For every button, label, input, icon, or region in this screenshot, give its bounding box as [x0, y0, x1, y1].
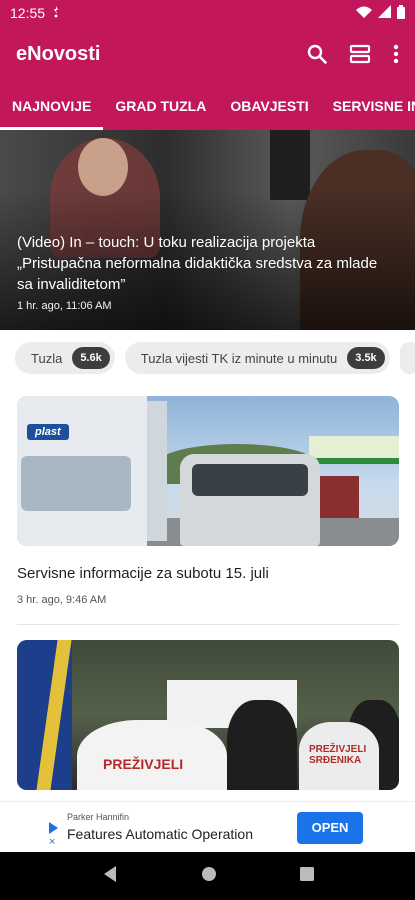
- image-truck: plast: [17, 396, 147, 546]
- chip-more[interactable]: [399, 342, 415, 374]
- adchoices-icon[interactable]: ×: [47, 820, 61, 848]
- article-card[interactable]: plast Servisne informacije za subotu 15.…: [17, 396, 399, 606]
- view-toggle-icon[interactable]: [349, 44, 371, 64]
- home-icon[interactable]: [201, 866, 217, 887]
- battery-icon: [397, 4, 405, 22]
- tab-servisne-info[interactable]: SERVISNE INFO: [321, 82, 415, 130]
- article-card[interactable]: PREŽIVJELI PREŽIVJELI SRĐENIKA: [17, 640, 399, 790]
- image-truck-cab: [21, 456, 131, 511]
- hero-text: (Video) In – touch: U toku realizacija p…: [17, 232, 385, 312]
- article-image: PREŽIVJELI PREŽIVJELI SRĐENIKA: [17, 640, 399, 790]
- ad-open-button[interactable]: OPEN: [297, 812, 363, 844]
- image-van: [180, 454, 320, 546]
- ad-headline: Features Automatic Operation: [67, 826, 253, 842]
- shirt-text: PREŽIVJELI: [103, 756, 184, 772]
- app-bar: eNovosti: [0, 26, 415, 82]
- article-image: plast: [17, 396, 399, 546]
- ad-banner[interactable]: × Parker Hannifin Features Automatic Ope…: [0, 801, 415, 852]
- tab-obavjesti[interactable]: OBAVJESTI: [218, 82, 320, 130]
- status-bar: 12:55: [0, 0, 415, 26]
- article-title: Servisne informacije za subotu 15. juli: [17, 565, 269, 582]
- chip-label: Tuzla: [31, 350, 63, 366]
- notification-icon: [51, 5, 61, 21]
- back-icon[interactable]: [102, 865, 118, 888]
- more-options-icon[interactable]: [393, 44, 399, 64]
- ad-advertiser: Parker Hannifin: [67, 812, 130, 822]
- app-title: eNovosti: [16, 42, 101, 65]
- search-icon[interactable]: [307, 44, 327, 64]
- hero-article[interactable]: (Video) In – touch: U toku realizacija p…: [0, 130, 415, 330]
- article-meta: 3 hr. ago, 9:46 AM: [17, 594, 107, 606]
- image-shirt: PREŽIVJELI: [77, 720, 227, 790]
- tab-grad-tuzla[interactable]: GRAD TUZLA: [103, 82, 218, 130]
- recents-icon[interactable]: [299, 866, 314, 886]
- app-screen: 12:55 eNovosti NAJNOVIJE GRAD TUZLA OBAV…: [0, 0, 415, 900]
- hero-meta: 1 hr. ago, 11:06 AM: [17, 300, 112, 312]
- chip-label: Tuzla vijesti TK iz minute u minutu: [140, 350, 338, 366]
- system-nav-bar: [0, 852, 415, 900]
- hero-headline: (Video) In – touch: U toku realizacija p…: [17, 234, 378, 293]
- divider: [17, 624, 399, 625]
- signal-icon: [378, 5, 391, 21]
- svg-text:×: ×: [49, 836, 55, 846]
- image-van-window: [192, 464, 308, 496]
- truck-logo-text: plast: [27, 424, 69, 440]
- chip-count: 5.6k: [72, 347, 110, 369]
- image-shirt-small: PREŽIVJELI SRĐENIKA: [299, 722, 379, 790]
- source-chips: Tuzla 5.6k Tuzla vijesti TK iz minute u …: [15, 342, 415, 376]
- status-time: 12:55: [10, 5, 46, 21]
- image-person: [227, 700, 297, 790]
- shirt-text-small: PREŽIVJELI SRĐENIKA: [309, 744, 367, 766]
- image-gas-station: [309, 436, 399, 464]
- chip-tuzla-vijesti[interactable]: Tuzla vijesti TK iz minute u minutu 3.5k: [124, 342, 390, 374]
- chip-tuzla[interactable]: Tuzla 5.6k: [15, 342, 115, 374]
- category-tabs: NAJNOVIJE GRAD TUZLA OBAVJESTI SERVISNE …: [0, 82, 415, 130]
- chip-count: 3.5k: [347, 347, 385, 369]
- tab-najnovije[interactable]: NAJNOVIJE: [0, 82, 104, 130]
- wifi-icon: [356, 5, 372, 21]
